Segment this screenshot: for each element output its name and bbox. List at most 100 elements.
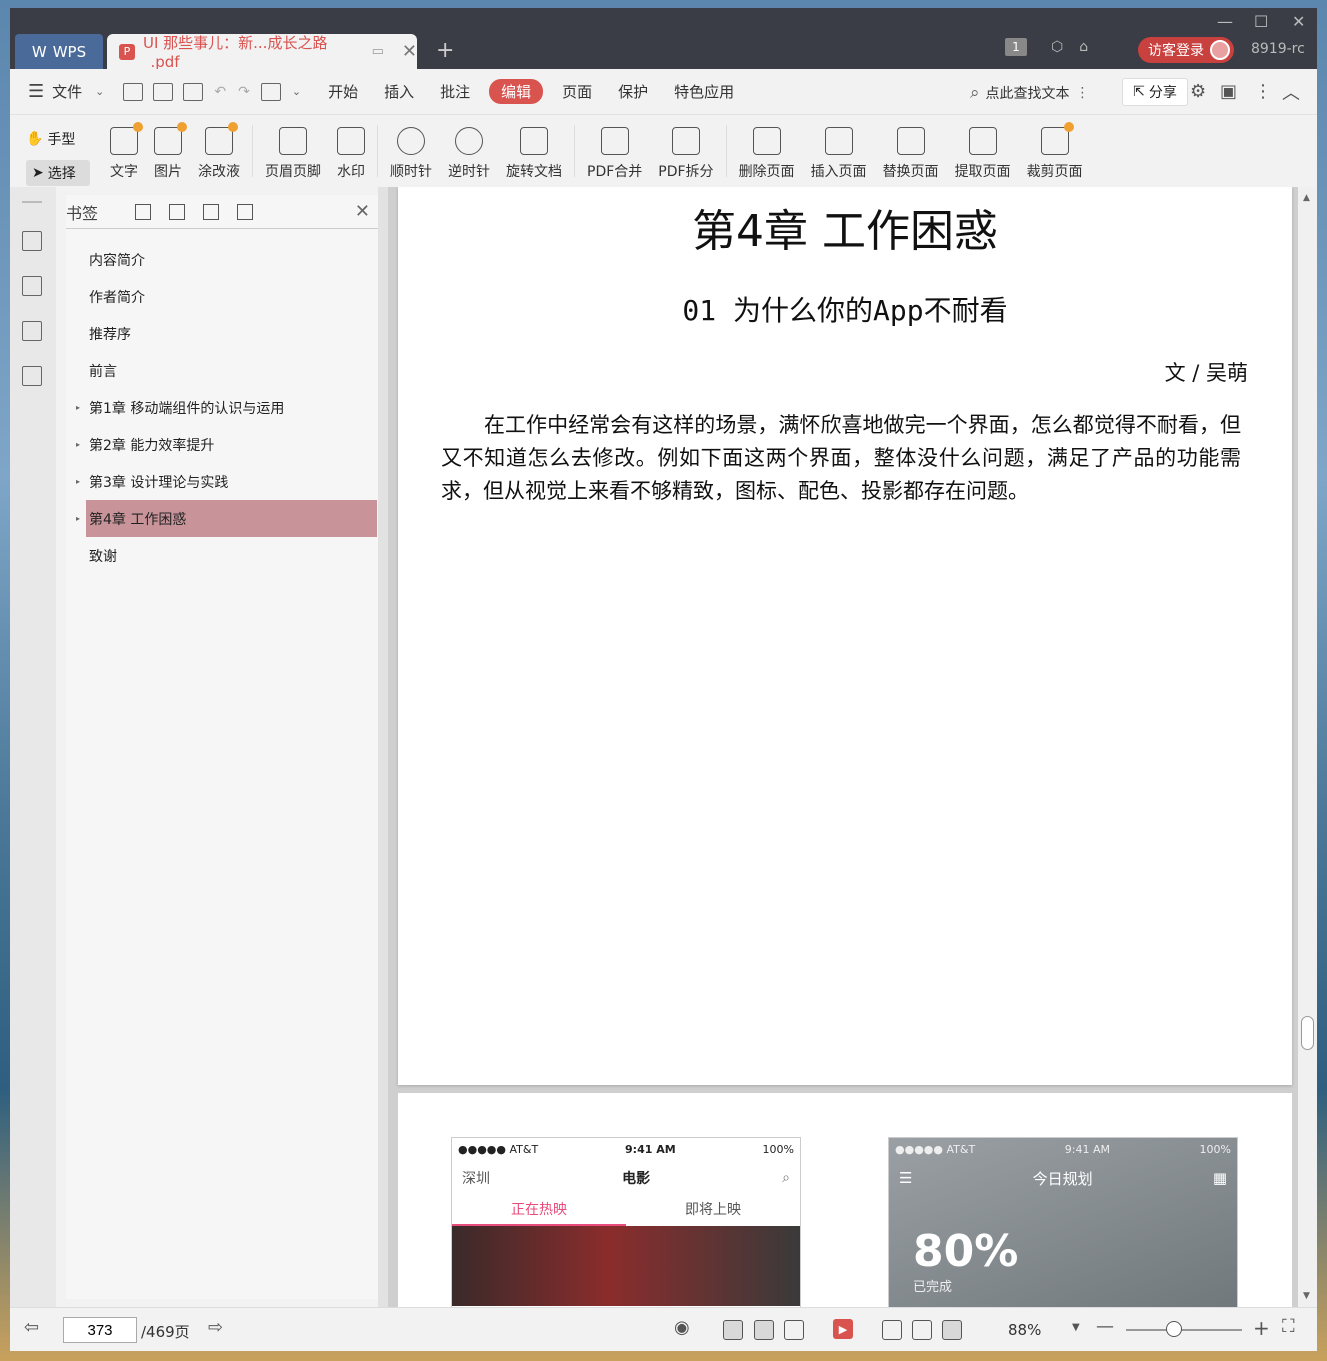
- expand-arrow-icon[interactable]: ▸: [76, 403, 80, 412]
- zoom-slider-knob[interactable]: [1166, 1321, 1182, 1337]
- comment-icon[interactable]: ▣: [1220, 81, 1237, 102]
- drag-handle[interactable]: [22, 201, 42, 203]
- fit-page-icon[interactable]: [912, 1320, 932, 1340]
- save-icon[interactable]: [153, 82, 174, 101]
- collapse-ribbon-icon[interactable]: ︿: [1282, 79, 1300, 105]
- eye-icon[interactable]: ◉: [674, 1317, 690, 1338]
- redo-icon[interactable]: ↷: [238, 84, 250, 100]
- bookmark-item[interactable]: 致谢: [66, 537, 378, 574]
- delete-page-tool[interactable]: 删除页面: [731, 115, 803, 187]
- single-page-icon[interactable]: [754, 1320, 774, 1340]
- rotate-doc-tool[interactable]: 旋转文档: [498, 115, 570, 187]
- bookmark-item[interactable]: ▸ 第1章 移动端组件的认识与运用: [66, 389, 378, 426]
- window-close-button[interactable]: ✕: [1292, 12, 1305, 31]
- select-tool[interactable]: ➤ 选择: [26, 160, 90, 186]
- customize-chevron-icon[interactable]: ⌄: [292, 85, 301, 98]
- bookmark-list-icon[interactable]: [22, 231, 42, 251]
- annotation-icon[interactable]: [22, 321, 42, 341]
- pdf-merge-tool[interactable]: PDF合并: [579, 115, 650, 187]
- bookmark-item[interactable]: 内容简介: [66, 241, 378, 278]
- bookmark-item[interactable]: ▸ 第3章 设计理论与实践: [66, 463, 378, 500]
- print-icon[interactable]: [183, 82, 204, 101]
- page-number-input[interactable]: [63, 1317, 137, 1343]
- find-text-box[interactable]: ⌕ 点此查找文本 ⋮: [970, 83, 1090, 103]
- document-viewport[interactable]: 第4章 工作困惑 01 为什么你的App不耐看 文 / 吴萌 在工作中经常会有这…: [388, 187, 1317, 1307]
- close-tab-icon[interactable]: ✕: [402, 41, 417, 62]
- window-count-badge[interactable]: 1: [1005, 38, 1027, 56]
- phone-status-bar: ●●●●● AT&T 9:41 AM 100%: [889, 1138, 1237, 1160]
- correction-tool[interactable]: 涂改液: [190, 115, 248, 187]
- expand-arrow-icon[interactable]: ▸: [76, 477, 80, 486]
- menu-special[interactable]: 特色应用: [661, 81, 747, 102]
- bookmark-item[interactable]: 推荐序: [66, 315, 378, 352]
- expand-arrow-icon[interactable]: ▸: [76, 514, 80, 523]
- share-button[interactable]: ⇱ 分享: [1122, 78, 1188, 106]
- hand-tool[interactable]: ✋ 手型: [26, 127, 90, 151]
- menu-insert[interactable]: 插入: [371, 81, 427, 102]
- header-footer-tool[interactable]: 页眉页脚: [257, 115, 329, 187]
- bookmark-item[interactable]: ▸ 第2章 能力效率提升: [66, 426, 378, 463]
- menu-edit[interactable]: 编辑: [489, 79, 544, 104]
- menu-start[interactable]: 开始: [315, 81, 371, 102]
- pdf-page: 第4章 工作困惑 01 为什么你的App不耐看 文 / 吴萌 在工作中经常会有这…: [398, 187, 1292, 1085]
- play-icon[interactable]: ▶: [833, 1319, 853, 1339]
- minimize-button[interactable]: —: [1217, 12, 1233, 31]
- image-tool[interactable]: 图片: [146, 115, 190, 187]
- tab-document[interactable]: P UI 那些事儿：新...成长之路_.pdf ▭ ✕: [107, 34, 417, 71]
- fullscreen-icon[interactable]: ⛶: [1282, 1316, 1295, 1337]
- continuous-view-icon[interactable]: [723, 1320, 743, 1340]
- sync-icon[interactable]: ⬡: [1051, 39, 1063, 55]
- add-bookmark-icon[interactable]: [135, 203, 151, 220]
- scrollbar-thumb[interactable]: [1301, 1016, 1314, 1050]
- crop-page-tool[interactable]: 裁剪页面: [1019, 115, 1091, 187]
- fit-width-icon[interactable]: [942, 1320, 962, 1340]
- hamburger-icon[interactable]: ☰: [28, 81, 44, 102]
- zoom-level[interactable]: 88%: [1008, 1321, 1041, 1339]
- skin-icon[interactable]: ⌂: [1079, 39, 1088, 55]
- expand-arrow-icon[interactable]: ▸: [76, 440, 80, 449]
- scroll-up-icon[interactable]: ▲: [1303, 193, 1310, 203]
- guest-login-button[interactable]: 访客登录: [1138, 37, 1234, 63]
- new-tab-button[interactable]: +: [436, 38, 454, 63]
- next-page-icon[interactable]: ⇨: [208, 1317, 223, 1338]
- open-folder-icon[interactable]: [123, 82, 144, 101]
- zoom-out-icon[interactable]: —: [1096, 1316, 1114, 1337]
- zoom-in-icon[interactable]: +: [1253, 1316, 1270, 1340]
- zoom-slider-track[interactable]: [1126, 1329, 1242, 1331]
- maximize-button[interactable]: ☐: [1254, 12, 1268, 31]
- undo-icon[interactable]: ↶: [214, 84, 226, 100]
- text-tool[interactable]: 文字: [102, 115, 146, 187]
- signature-icon[interactable]: [22, 366, 42, 386]
- menu-page[interactable]: 页面: [549, 81, 605, 102]
- zoom-dropdown-icon[interactable]: ▼: [1072, 1322, 1080, 1333]
- menu-protect[interactable]: 保护: [605, 81, 661, 102]
- more-vertical-icon[interactable]: ⋮: [1076, 85, 1090, 101]
- rotate-cw-tool[interactable]: 顺时针: [382, 115, 440, 187]
- replace-page-tool[interactable]: 替换页面: [875, 115, 947, 187]
- actual-size-icon[interactable]: [882, 1320, 902, 1340]
- collapse-all-icon[interactable]: [169, 203, 185, 220]
- expand-all-icon[interactable]: [203, 203, 219, 220]
- thumbnail-icon[interactable]: [22, 276, 42, 296]
- bookmark-icon[interactable]: [237, 203, 253, 220]
- bookmark-item[interactable]: 作者简介: [66, 278, 378, 315]
- tab-wps-home[interactable]: W WPS: [15, 34, 103, 69]
- more-icon[interactable]: ⋮: [1254, 81, 1272, 102]
- bookmark-item[interactable]: 前言: [66, 352, 378, 389]
- rotate-ccw-tool[interactable]: 逆时针: [440, 115, 498, 187]
- scroll-down-icon[interactable]: ▼: [1303, 1291, 1310, 1301]
- chevron-down-icon[interactable]: ⌄: [95, 85, 104, 98]
- file-menu[interactable]: 文件: [44, 81, 95, 102]
- close-panel-icon[interactable]: ✕: [355, 201, 370, 222]
- gear-icon[interactable]: ⚙: [1190, 81, 1206, 102]
- pdf-split-tool[interactable]: PDF拆分: [650, 115, 721, 187]
- bookmark-item-selected[interactable]: ▸ 第4章 工作困惑: [76, 500, 377, 537]
- extract-page-tool[interactable]: 提取页面: [947, 115, 1019, 187]
- watermark-tool[interactable]: 水印: [329, 115, 373, 187]
- export-icon[interactable]: [260, 82, 281, 101]
- menu-annotate[interactable]: 批注: [427, 81, 483, 102]
- insert-page-tool[interactable]: 插入页面: [803, 115, 875, 187]
- prev-page-icon[interactable]: ⇦: [24, 1317, 39, 1338]
- two-page-icon[interactable]: [784, 1320, 804, 1340]
- vertical-scrollbar[interactable]: ▲ ▼: [1298, 187, 1317, 1307]
